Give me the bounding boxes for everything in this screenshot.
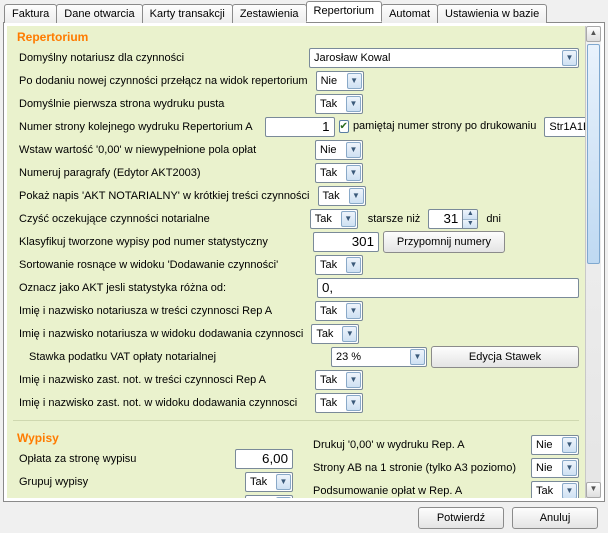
scroll-up-icon[interactable]: ▲ [586, 26, 601, 42]
first-page-empty-label: Domyślnie pierwsza strona wydruku pusta [13, 98, 228, 110]
chevron-down-icon: ▼ [341, 211, 356, 227]
remember-page-label: pamiętaj numer strony po drukowaniu [353, 121, 540, 132]
chevron-down-icon: ▼ [562, 437, 577, 453]
sum-fees-label: Podsumowanie opłat w Rep. A [307, 485, 466, 497]
name-in-add-label: Imię i nazwisko notariusza w widoku doda… [13, 328, 307, 340]
fee-input[interactable] [235, 449, 293, 469]
group-wypisy-label: Grupuj wypisy [13, 476, 92, 488]
vat-rate-label: Stawka podatku VAT opłaty notarialnej [13, 351, 220, 363]
classify-input[interactable] [313, 232, 379, 252]
older-than-spinner[interactable]: ▲▼ [428, 209, 478, 229]
name-in-add-select[interactable]: Tak▼ [311, 324, 359, 344]
number-paragraphs-label: Numeruj paragrafy (Edytor AKT2003) [13, 167, 205, 179]
sort-asc-label: Sortowanie rosnące w widoku 'Dodawanie c… [13, 259, 282, 271]
default-notary-select[interactable]: Jarosław Kowal▼ [309, 48, 579, 68]
tab-repertorium[interactable]: Repertorium [306, 1, 383, 22]
name-in-repa-select[interactable]: Tak▼ [315, 301, 363, 321]
classify-label: Klasyfikuj tworzone wypisy pod numer sta… [13, 236, 272, 248]
page-no-input[interactable] [265, 117, 335, 137]
fee-label: Opłata za stronę wypisu [13, 453, 140, 465]
spin-up-icon[interactable]: ▲ [463, 210, 477, 219]
insert-zero-label: Wstaw wartość '0,00' w niewypełnione pol… [13, 144, 260, 156]
str-select[interactable]: Str1A1B▼ [544, 117, 585, 137]
chevron-down-icon: ▼ [346, 96, 361, 112]
tab-bar: Faktura Dane otwarcia Karty transakcji Z… [0, 0, 608, 22]
chevron-down-icon: ▼ [276, 497, 291, 499]
show-pages-select[interactable]: Tak▼ [245, 495, 293, 499]
sub-in-add-label: Imię i nazwisko zast. not. w widoku doda… [13, 397, 301, 409]
scroll-down-icon[interactable]: ▼ [586, 482, 601, 498]
group-wypisy-select[interactable]: Tak▼ [245, 472, 293, 492]
days-label: dni [482, 213, 505, 225]
scroll-thumb[interactable] [587, 44, 600, 264]
sub-in-repa-select[interactable]: Tak▼ [315, 370, 363, 390]
tab-dane-otwarcia[interactable]: Dane otwarcia [56, 4, 142, 23]
remind-numbers-button[interactable]: Przypomnij numery [383, 231, 505, 253]
chevron-down-icon: ▼ [562, 460, 577, 476]
clear-pending-label: Czyść oczekujące czynności notarialne [13, 213, 214, 225]
group-title-wypisy: Wypisy [17, 431, 293, 445]
show-akt-label: Pokaż napis 'AKT NOTARIALNY' w krótkiej … [13, 190, 314, 202]
number-paragraphs-select[interactable]: Tak▼ [315, 163, 363, 183]
settings-panel: Repertorium Domyślny notariusz dla czynn… [7, 26, 585, 498]
chevron-down-icon: ▼ [410, 349, 425, 365]
sum-fees-select[interactable]: Tak▼ [531, 481, 579, 499]
vat-rate-select[interactable]: 23 %▼ [331, 347, 427, 367]
print-zero-select[interactable]: Nie▼ [531, 435, 579, 455]
page-no-label: Numer strony kolejnego wydruku Repertori… [13, 121, 257, 133]
tab-faktura[interactable]: Faktura [4, 4, 57, 23]
confirm-button[interactable]: Potwierdź [418, 507, 504, 529]
chevron-down-icon: ▼ [342, 326, 357, 342]
scroll-track[interactable] [586, 42, 601, 482]
chevron-down-icon: ▼ [346, 395, 361, 411]
chevron-down-icon: ▼ [346, 372, 361, 388]
chevron-down-icon: ▼ [562, 483, 577, 499]
insert-zero-select[interactable]: Nie▼ [315, 140, 363, 160]
pages-ab-label: Strony AB na 1 stronie (tylko A3 poziomo… [307, 462, 520, 474]
chevron-down-icon: ▼ [346, 257, 361, 273]
clear-pending-select[interactable]: Tak▼ [310, 209, 358, 229]
vertical-scrollbar[interactable]: ▲ ▼ [585, 26, 601, 498]
dialog-footer: Potwierdź Anuluj [0, 501, 598, 529]
cancel-button[interactable]: Anuluj [512, 507, 598, 529]
older-than-label: starsze niż [362, 213, 425, 225]
name-in-repa-label: Imię i nazwisko notariusza w treści czyn… [13, 305, 276, 317]
chevron-down-icon: ▼ [346, 142, 361, 158]
remember-page-checkbox[interactable]: ✔ [339, 120, 349, 133]
default-notary-label: Domyślny notariusz dla czynności [13, 52, 188, 64]
mark-akt-label: Oznacz jako AKT jesli statystyka różna o… [13, 282, 230, 294]
divider [13, 420, 579, 421]
group-title-repertorium: Repertorium [17, 30, 579, 44]
sort-asc-select[interactable]: Tak▼ [315, 255, 363, 275]
tab-ustawienia-w-bazie[interactable]: Ustawienia w bazie [437, 4, 547, 23]
show-akt-select[interactable]: Tak▼ [318, 186, 366, 206]
sub-in-repa-label: Imię i nazwisko zast. not. w treści czyn… [13, 374, 270, 386]
chevron-down-icon: ▼ [346, 165, 361, 181]
first-page-empty-select[interactable]: Tak▼ [315, 94, 363, 114]
sub-in-add-select[interactable]: Tak▼ [315, 393, 363, 413]
mark-akt-input[interactable] [317, 278, 579, 298]
tab-automat[interactable]: Automat [381, 4, 438, 23]
chevron-down-icon: ▼ [346, 303, 361, 319]
after-add-switch-label: Po dodaniu nowej czynności przełącz na w… [13, 75, 312, 87]
print-zero-label: Drukuj '0,00' w wydruku Rep. A [307, 439, 469, 451]
chevron-down-icon: ▼ [562, 50, 577, 66]
chevron-down-icon: ▼ [276, 474, 291, 490]
older-than-input[interactable] [428, 209, 462, 229]
chevron-down-icon: ▼ [349, 188, 364, 204]
pages-ab-select[interactable]: Nie▼ [531, 458, 579, 478]
tab-karty-transakcji[interactable]: Karty transakcji [142, 4, 233, 23]
chevron-down-icon: ▼ [347, 73, 362, 89]
edit-rates-button[interactable]: Edycja Stawek [431, 346, 579, 368]
tab-zestawienia[interactable]: Zestawienia [232, 4, 307, 23]
spin-down-icon[interactable]: ▼ [463, 219, 477, 228]
after-add-switch-select[interactable]: Nie▼ [316, 71, 364, 91]
